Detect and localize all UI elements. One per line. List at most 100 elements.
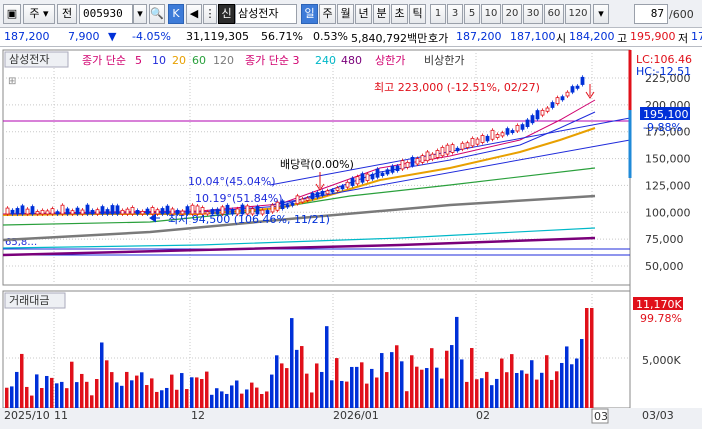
candle-body (90, 209, 95, 215)
candle-body (415, 158, 420, 165)
candle-body (120, 209, 125, 215)
interval-60[interactable]: 60 (544, 4, 564, 24)
volume-bar (155, 391, 159, 408)
k-button[interactable]: K (168, 4, 184, 24)
candle-body (505, 128, 510, 135)
volume-bar (80, 373, 84, 408)
split-icon[interactable]: ⋮ (203, 4, 217, 24)
interval-5[interactable]: 5 (464, 4, 480, 24)
volume-bar (185, 389, 189, 408)
tab-minute[interactable]: 분 (373, 4, 390, 24)
candle-body (115, 205, 120, 215)
current-price-tag-text: 195,100 (643, 108, 689, 121)
crosshair-icon[interactable]: ⊞ (8, 76, 16, 87)
candle-body (360, 173, 365, 183)
candle-body (45, 210, 50, 215)
tab-week[interactable]: 주 (319, 4, 336, 24)
tab-month-label: 월 (340, 7, 351, 20)
volume-bar (425, 368, 429, 408)
volume-bar (365, 383, 369, 408)
candle-body (380, 172, 385, 176)
k-label: K (172, 7, 180, 20)
volume-bar (255, 387, 259, 408)
x-label-02: 02 (476, 409, 490, 422)
volume-bar (420, 369, 424, 408)
candle-body (105, 209, 110, 215)
volume-bar (265, 391, 269, 408)
volume-bar (590, 308, 594, 408)
candle-body (575, 85, 580, 89)
tab-second[interactable]: 초 (391, 4, 408, 24)
volume-bar (190, 377, 194, 408)
volume-bar (120, 385, 124, 408)
stock-code-input[interactable]: 005930 (79, 4, 133, 24)
quote-low-label: 저 (678, 32, 689, 45)
code-dropdown-icon[interactable]: ▾ (133, 4, 147, 24)
candle-body (5, 207, 10, 215)
candle-body (285, 204, 290, 208)
candle-body (145, 208, 150, 215)
page-counter-value: 87 (650, 7, 664, 20)
volume-bar (140, 372, 144, 408)
candle-body (450, 144, 455, 153)
stock-name-field[interactable]: 삼성전자 (235, 4, 297, 24)
down-arrow-icon: ▼ (108, 30, 117, 43)
window-menu-icon[interactable]: ▣ (3, 4, 21, 24)
candle-body (405, 161, 410, 168)
chart-svg[interactable]: 삼성전자 종가 단순 5 10 20 60 120 종가 단순 3 240 48… (0, 47, 702, 429)
sound-icon[interactable]: ◀ (186, 4, 202, 24)
tab-year[interactable]: 년 (355, 4, 372, 24)
candle-body (325, 190, 330, 195)
shin-badge[interactable]: 신 (218, 4, 235, 24)
legend-ma-20: 20 (172, 54, 186, 67)
volume-bar (225, 393, 229, 408)
candle-body (290, 202, 295, 206)
candle-body (495, 134, 500, 138)
tab-tick[interactable]: 틱 (409, 4, 426, 24)
candle-body (10, 209, 15, 215)
volume-bar (555, 371, 559, 408)
candle-body (500, 132, 505, 137)
interval-1[interactable]: 1 (430, 4, 446, 24)
volume-bar (125, 371, 129, 408)
volume-bar (195, 377, 199, 408)
interval-120[interactable]: 120 (565, 4, 591, 24)
legend-upper-limit: 상한가 (375, 54, 405, 67)
candle-body (410, 156, 415, 167)
volume-bar (380, 353, 384, 408)
tab-day[interactable]: 일 (301, 4, 318, 24)
interval-20[interactable]: 20 (502, 4, 522, 24)
interval-30[interactable]: 30 (523, 4, 543, 24)
period-select[interactable]: 주 ▾ (23, 4, 55, 24)
quote-low: 17 (691, 30, 702, 43)
volume-bar (395, 345, 399, 408)
interval-more-icon[interactable]: ▾ (593, 4, 609, 24)
volume-bar (415, 366, 419, 408)
candle-body (455, 147, 460, 152)
volume-bar (445, 350, 449, 408)
quote-amount: 5,840,792백만 (351, 32, 428, 45)
candle-body (125, 208, 130, 215)
volume-bar (35, 374, 39, 408)
volume-bar (535, 379, 539, 408)
page-counter-input[interactable]: 87 (634, 4, 668, 24)
stock-name-value: 삼성전자 (238, 7, 279, 20)
prev-button[interactable]: 전 (57, 4, 77, 24)
shin-label: 신 (221, 7, 232, 20)
tab-month[interactable]: 월 (337, 4, 354, 24)
volume-bar (85, 381, 89, 408)
candle-body (370, 173, 375, 180)
volume-bar (545, 355, 549, 408)
volume-bar (45, 375, 49, 408)
candle-body (40, 209, 45, 215)
current-pct-tag: -9.88% (643, 121, 682, 134)
volume-bar (410, 355, 414, 408)
search-icon[interactable]: 🔍 (149, 4, 165, 24)
volume-bar (15, 371, 19, 408)
x-right-label: 03/03 (642, 409, 674, 422)
interval-3[interactable]: 3 (447, 4, 463, 24)
interval-10[interactable]: 10 (481, 4, 501, 24)
volume-bar (375, 377, 379, 408)
chart-area[interactable]: 삼성전자 종가 단순 5 10 20 60 120 종가 단순 3 240 48… (0, 47, 702, 429)
candle-body (15, 208, 20, 215)
